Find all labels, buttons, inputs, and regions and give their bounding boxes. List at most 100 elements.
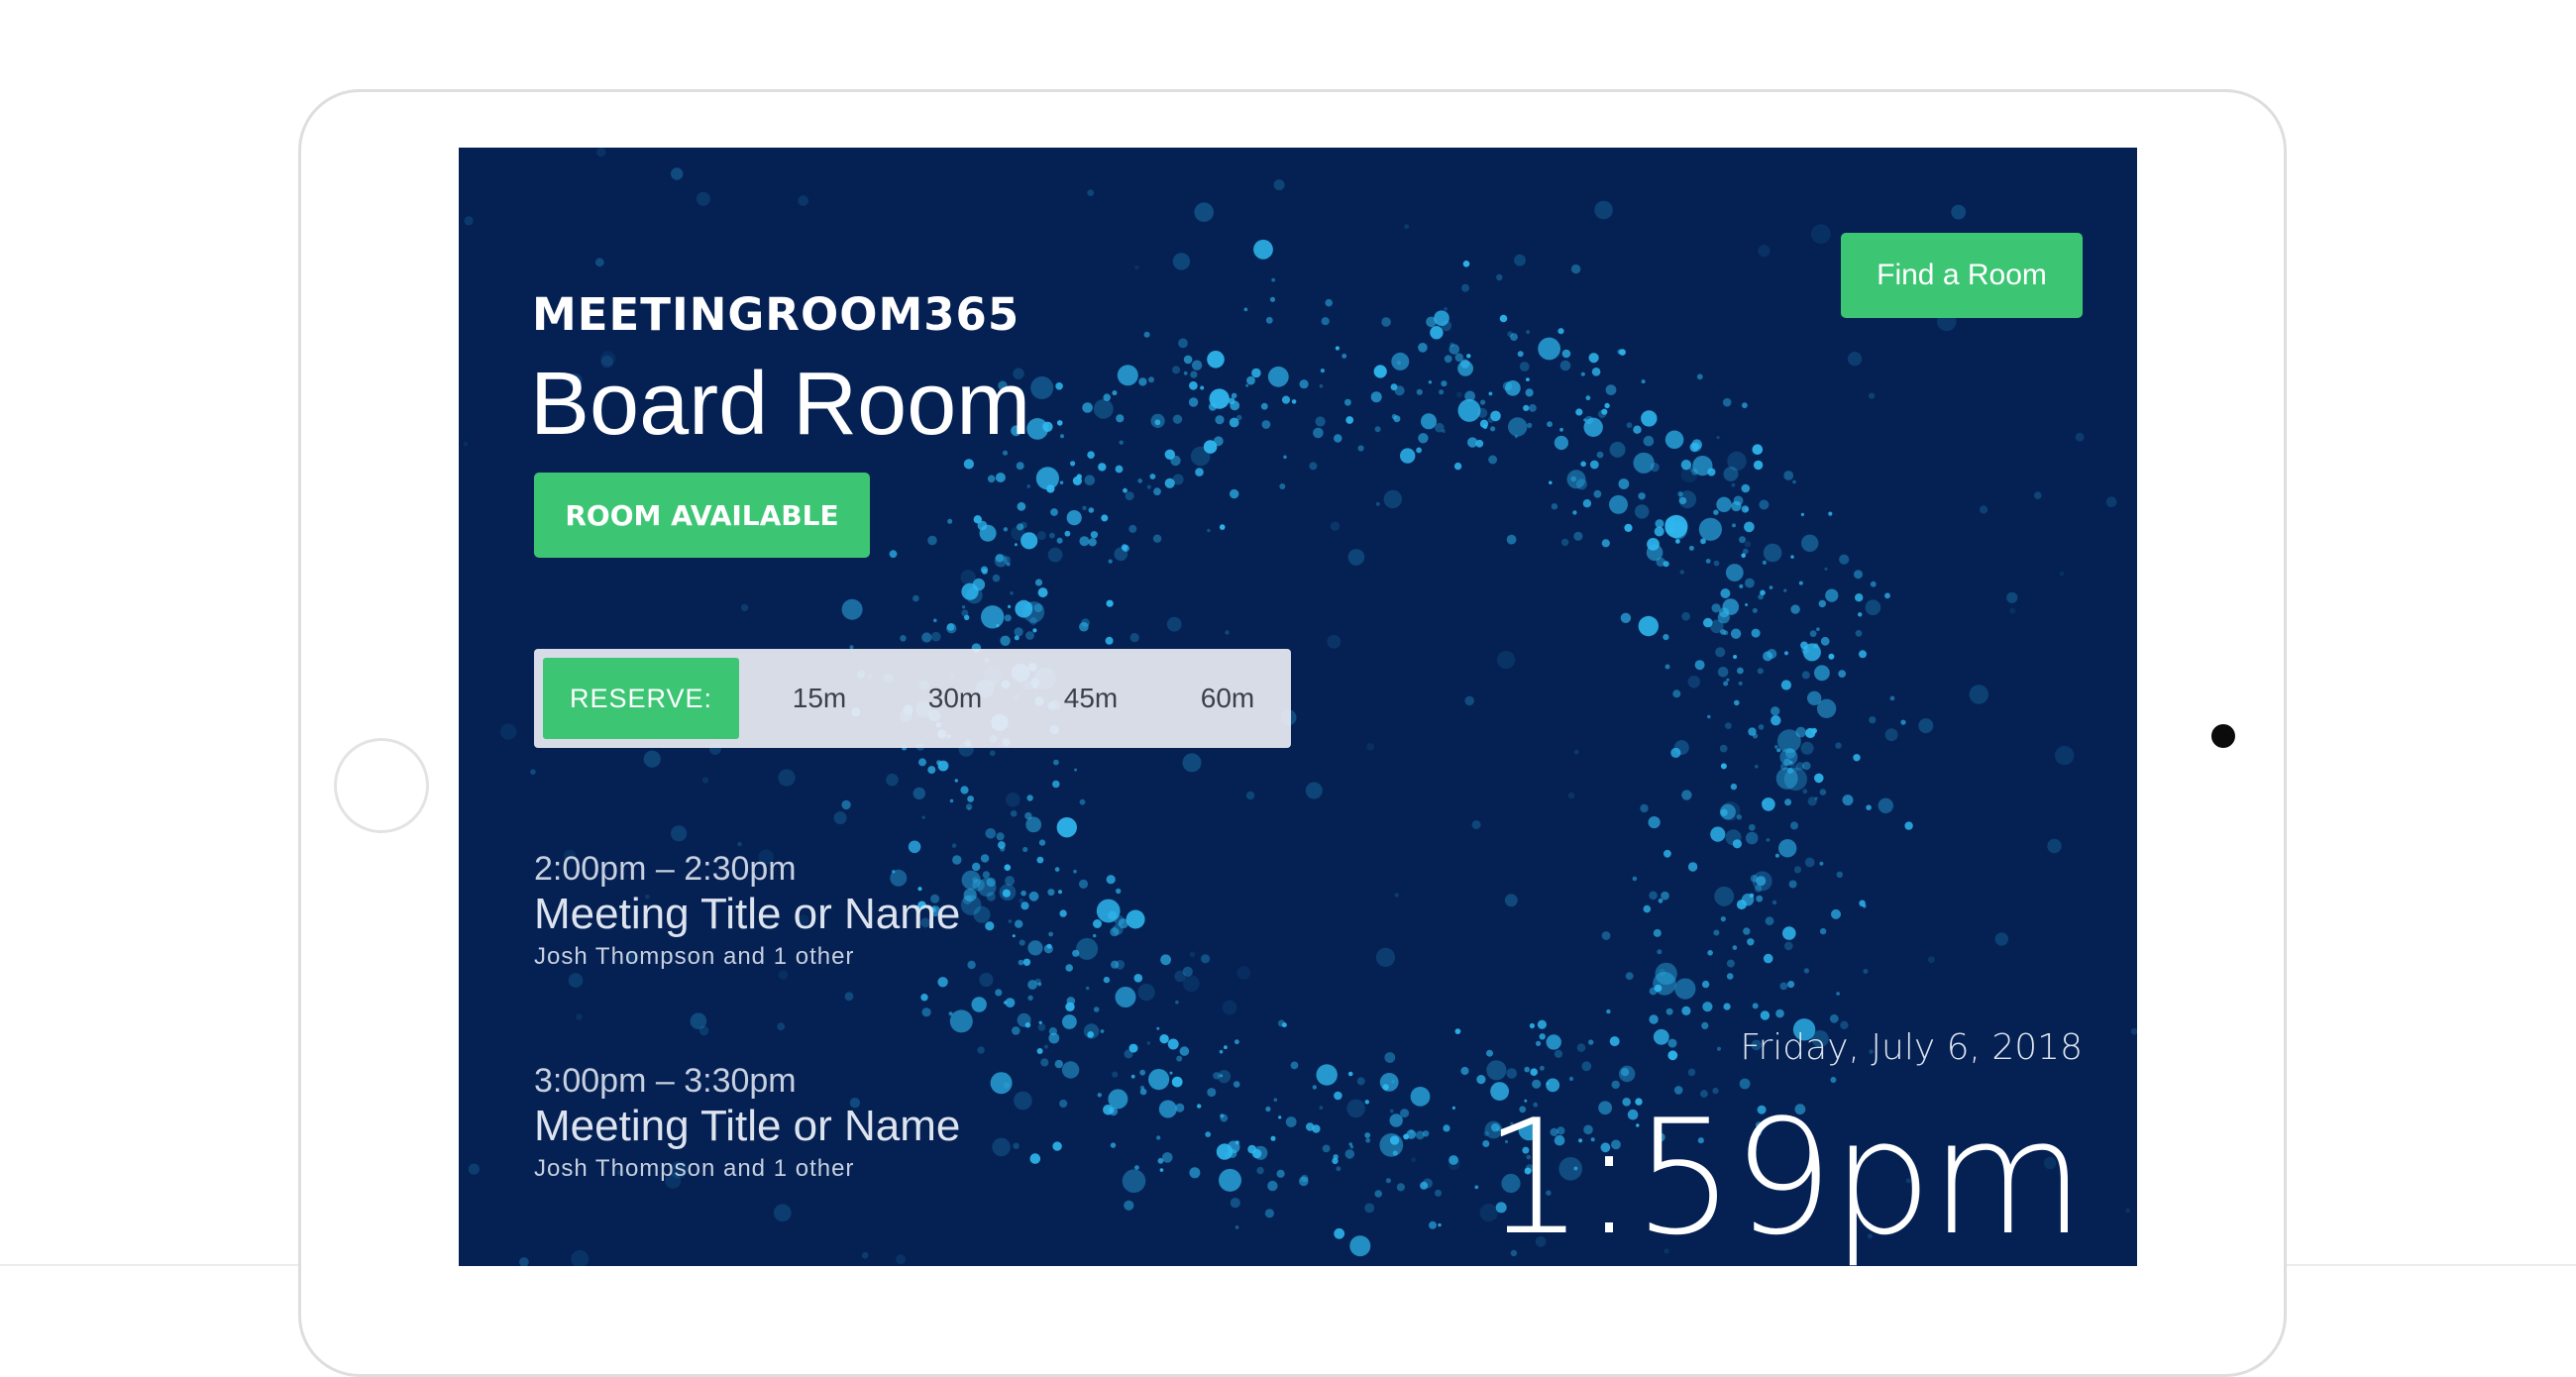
particle-dot [1114, 547, 1128, 562]
particle-dot [1739, 536, 1746, 544]
particle-dot [1715, 647, 1726, 658]
particle-dot [1246, 375, 1255, 385]
particle-dot [1774, 745, 1778, 749]
particle-dot [1462, 261, 1470, 267]
particle-dot [1816, 698, 1837, 718]
particle-dot [1575, 408, 1583, 416]
particle-dot [1029, 1153, 1041, 1164]
particle-dot [1725, 829, 1742, 846]
particle-dot [1052, 1141, 1062, 1151]
particle-dot [1014, 543, 1018, 547]
particle-dot [1003, 556, 1012, 564]
meeting-time: 3:00pm – 3:30pm [534, 1062, 797, 1100]
particle-dot [1364, 1100, 1369, 1105]
particle-dot [1081, 618, 1090, 628]
particle-dot [1748, 823, 1756, 831]
particle-dot [1133, 974, 1143, 983]
particle-dot [1200, 385, 1205, 390]
particle-dot [1017, 501, 1026, 511]
particle-dot [1394, 893, 1399, 898]
particle-dot [949, 1009, 973, 1033]
particle-dot [1641, 379, 1646, 384]
particle-dot [1486, 1049, 1493, 1057]
particle-dot [1305, 782, 1323, 799]
tablet-camera [2211, 724, 2235, 748]
particle-dot [1551, 503, 1558, 510]
particle-dot [989, 750, 996, 757]
particle-dot [1306, 1122, 1315, 1131]
particle-dot [1514, 254, 1526, 266]
reserve-30m-button[interactable]: 30m [896, 658, 1015, 739]
particle-dot [1859, 650, 1867, 659]
particle-dot [1573, 749, 1579, 755]
particle-dot [1175, 1000, 1179, 1005]
particle-dot [1139, 1085, 1145, 1091]
particle-dot [833, 811, 847, 825]
particle-dot [1277, 1019, 1285, 1027]
particle-dot [737, 841, 742, 847]
particle-dot [1207, 528, 1211, 533]
particle-dot [1319, 383, 1324, 388]
particle-dot [1054, 1059, 1063, 1069]
particle-dot [1265, 1106, 1271, 1112]
particle-dot [1496, 273, 1503, 281]
particle-dot [530, 769, 536, 775]
particle-dot [1256, 1166, 1264, 1175]
particle-dot [1103, 976, 1111, 984]
particle-dot [1024, 1021, 1031, 1028]
particle-dot [1742, 402, 1748, 409]
reserve-60m-button[interactable]: 60m [1168, 658, 1287, 739]
particle-dot [1689, 442, 1699, 453]
particle-dot [1573, 531, 1583, 541]
particle-dot [1374, 1190, 1382, 1198]
particle-dot [1830, 1077, 1837, 1083]
particle-dot [778, 769, 796, 787]
particle-dot [1062, 1014, 1077, 1029]
particle-dot [1049, 532, 1055, 539]
particle-dot [1717, 667, 1729, 678]
particle-dot [1510, 333, 1518, 341]
particle-dot [949, 798, 954, 803]
particle-dot [990, 1072, 1013, 1095]
particle-dot [2059, 571, 2065, 577]
particle-dot [1486, 1060, 1507, 1081]
particle-dot [1006, 793, 1020, 807]
particle-dot [1561, 349, 1571, 359]
reserve-45m-button[interactable]: 45m [1031, 658, 1150, 739]
particle-dot [1759, 499, 1770, 510]
particle-dot [1792, 479, 1796, 484]
particle-dot [992, 574, 1001, 583]
particle-dot [1183, 371, 1188, 375]
particle-dot [1087, 189, 1095, 196]
particle-dot [1819, 789, 1827, 795]
particle-dot [1400, 1109, 1410, 1118]
particle-dot [1004, 864, 1012, 871]
particle-dot [1734, 699, 1740, 706]
particle-dot [1370, 391, 1382, 403]
reserve-15m-button[interactable]: 15m [760, 658, 879, 739]
particle-dot [1505, 380, 1521, 396]
particle-dot [671, 167, 684, 180]
particle-dot [1174, 970, 1186, 983]
particle-dot [1605, 384, 1617, 395]
particle-dot [1207, 351, 1225, 369]
tablet-home-button[interactable] [334, 738, 429, 833]
particle-dot [1106, 599, 1114, 607]
particle-dot [979, 973, 994, 987]
particle-dot [1093, 919, 1102, 928]
particle-dot [1172, 474, 1184, 485]
particle-dot [798, 195, 808, 206]
particle-dot [1159, 1168, 1164, 1172]
particle-dot [1207, 1088, 1217, 1098]
particle-dot [1108, 1089, 1128, 1110]
particle-dot [1053, 759, 1059, 766]
particle-dot [1951, 204, 1967, 220]
find-room-button[interactable]: Find a Room [1841, 233, 2083, 318]
particle-dot [1040, 1058, 1049, 1067]
particle-dot [1309, 462, 1318, 471]
particle-dot [1696, 373, 1703, 380]
particle-dot [1381, 317, 1391, 327]
particle-dot [1464, 695, 1474, 706]
particle-dot [1754, 764, 1759, 769]
particle-dot [1819, 861, 1824, 866]
